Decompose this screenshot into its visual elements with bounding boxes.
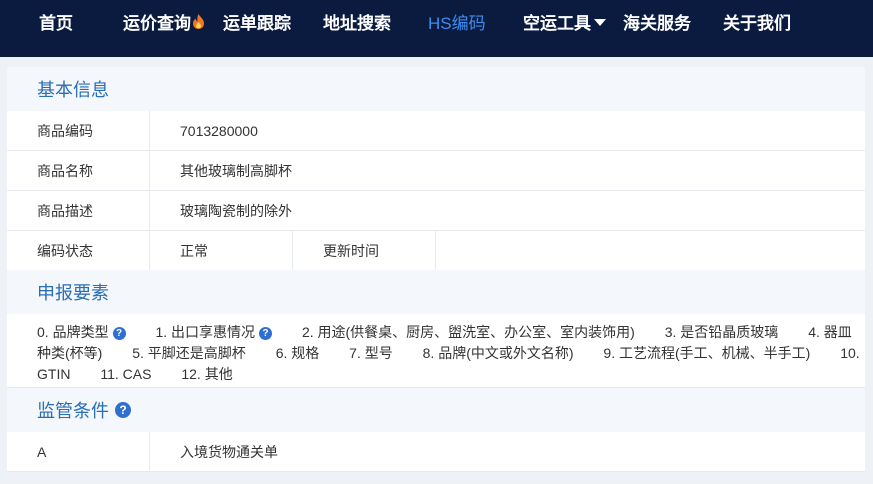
list-item: 2. 用途(供餐桌、厨房、盥洗室、办公室、室内装饰用)	[301, 324, 635, 340]
list-item: 3. 是否铅晶质玻璃	[664, 324, 779, 340]
content-panel: 基本信息 商品编码 7013280000 商品名称 其他玻璃制高脚杯 商品描述 …	[7, 67, 865, 472]
nav-home[interactable]: 首页	[39, 0, 73, 57]
question-circle-icon[interactable]: ?	[112, 327, 126, 340]
list-item: 11. CAS	[100, 366, 152, 382]
nav-hs-code[interactable]: HS编码	[428, 0, 486, 57]
nav-rate-query[interactable]: 运价查询	[123, 0, 205, 57]
question-circle-icon[interactable]: ?	[115, 402, 131, 418]
nav-rate-query-label: 运价查询	[123, 14, 191, 33]
desc-value: 玻璃陶瓷制的除外	[180, 202, 292, 219]
question-circle-icon[interactable]: ?	[259, 327, 273, 340]
basic-info-heading: 基本信息	[7, 67, 865, 111]
nav-address-search[interactable]: 地址搜索	[323, 0, 391, 57]
status-value: 正常	[150, 231, 293, 270]
list-item: 12. 其他	[181, 366, 233, 382]
update-label: 更新时间	[293, 231, 436, 270]
table-row: 商品描述 玻璃陶瓷制的除外	[7, 191, 865, 231]
supervision-title: 监管条件	[37, 401, 109, 421]
declaration-elements: 0. 品牌类型? 1. 出口享惠情况? 2. 用途(供餐桌、厨房、盥洗室、办公室…	[7, 314, 865, 388]
element-text: 0. 品牌类型	[37, 324, 109, 340]
table-row: A 入境货物通关单	[7, 432, 865, 472]
element-text: 1. 出口享惠情况	[155, 324, 256, 340]
table-row: 商品名称 其他玻璃制高脚杯	[7, 151, 865, 191]
name-value: 其他玻璃制高脚杯	[180, 162, 292, 179]
update-value	[436, 231, 466, 270]
list-item: 6. 规格	[275, 345, 320, 361]
nav-customs-service[interactable]: 海关服务	[623, 0, 691, 57]
nav-air-tools[interactable]: 空运工具	[523, 0, 606, 57]
flame-icon	[193, 14, 204, 29]
table-row: 编码状态 正常 更新时间	[7, 231, 865, 270]
top-navbar: 首页 运价查询 运单跟踪 地址搜索 HS编码 空运工具 海关服务 关于我们	[0, 0, 873, 57]
list-item: 5. 平脚还是高脚杯	[132, 345, 246, 361]
code-value: 7013280000	[180, 122, 258, 139]
status-label: 编码状态	[7, 231, 150, 270]
declaration-heading: 申报要素	[7, 270, 865, 314]
list-item: 9. 工艺流程(手工、机械、半手工)	[603, 345, 811, 361]
list-item: 1. 出口享惠情况?	[155, 324, 273, 340]
caret-down-icon	[594, 19, 606, 26]
nav-waybill-tracking[interactable]: 运单跟踪	[223, 0, 291, 57]
list-item: 7. 型号	[349, 345, 393, 361]
desc-label: 商品描述	[7, 191, 150, 230]
supervision-desc: 入境货物通关单	[180, 443, 278, 460]
code-label: 商品编码	[7, 111, 150, 150]
name-label: 商品名称	[7, 151, 150, 190]
list-item: 8. 品牌(中文或外文名称)	[422, 345, 574, 361]
supervision-heading: 监管条件 ?	[7, 388, 865, 432]
nav-air-tools-label: 空运工具	[523, 14, 591, 33]
list-item: 0. 品牌类型?	[37, 324, 126, 340]
table-row: 商品编码 7013280000	[7, 111, 865, 151]
nav-about-us[interactable]: 关于我们	[723, 0, 791, 57]
supervision-code: A	[7, 432, 150, 471]
